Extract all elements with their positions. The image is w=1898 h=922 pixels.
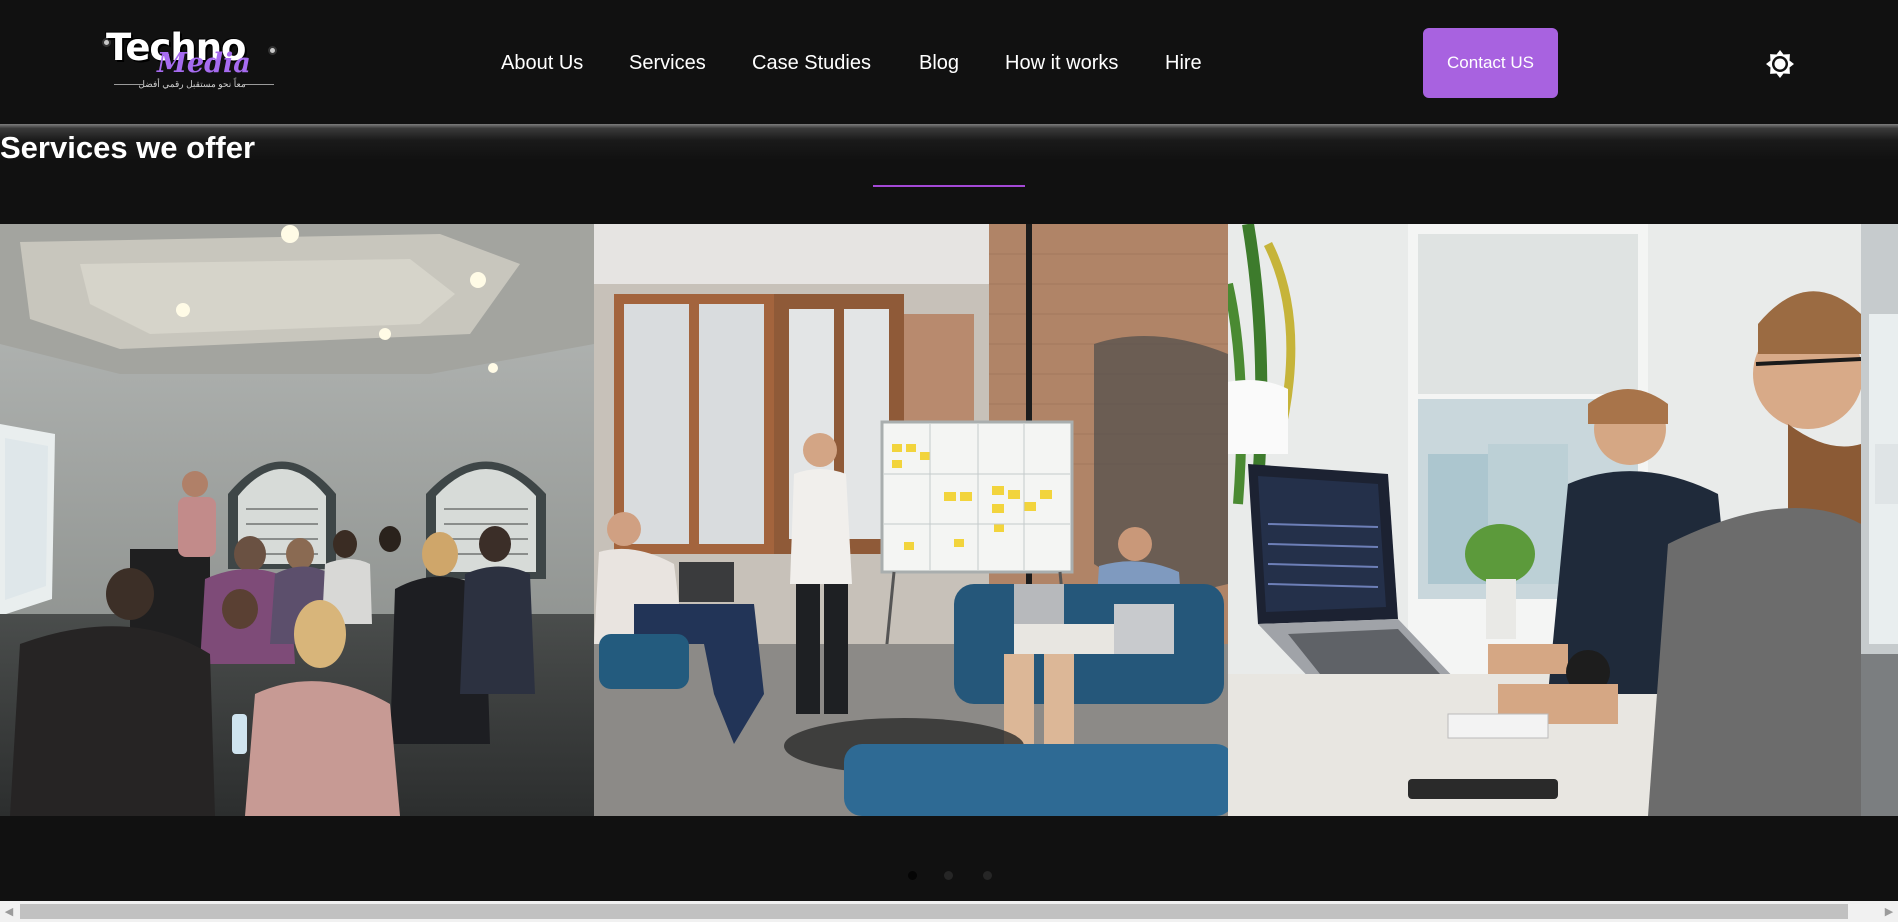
scrollbar-thumb[interactable] xyxy=(20,904,1848,919)
carousel-dot-3[interactable] xyxy=(983,871,992,880)
carousel-dot-2[interactable] xyxy=(944,871,953,880)
slide-conference-image[interactable] xyxy=(0,224,594,816)
sun-icon[interactable] xyxy=(1764,48,1796,80)
nav-case-studies[interactable]: Case Studies xyxy=(752,50,871,76)
page: Techno Media معاً نحو مستقبل رقمي أفضل A… xyxy=(0,0,1898,922)
slide-partial-next-image[interactable] xyxy=(1861,224,1898,816)
nav-blog[interactable]: Blog xyxy=(919,50,959,76)
carousel-dot-1[interactable] xyxy=(908,871,917,880)
horizontal-scrollbar[interactable]: ◀ ▶ xyxy=(0,901,1898,922)
scroll-left-arrow-icon[interactable]: ◀ xyxy=(0,901,18,922)
services-carousel[interactable] xyxy=(0,224,1898,816)
section-title: Services we offer xyxy=(0,130,256,165)
logo-tagline: معاً نحو مستقبل رقمي أفضل xyxy=(110,78,274,90)
logo-ornament-icon xyxy=(268,46,277,55)
nav-how-it-works[interactable]: How it works xyxy=(1005,50,1118,76)
contact-us-button[interactable]: Contact US xyxy=(1423,28,1558,98)
logo-text-sub: Media xyxy=(157,48,251,79)
nav-services[interactable]: Services xyxy=(629,50,706,76)
nav-hire[interactable]: Hire xyxy=(1165,50,1202,76)
slide-whiteboard-image[interactable] xyxy=(594,224,1228,816)
site-header: Techno Media معاً نحو مستقبل رقمي أفضل A… xyxy=(0,0,1898,126)
slide-developers-image[interactable] xyxy=(1228,224,1861,816)
title-underline xyxy=(873,185,1025,187)
nav-about-us[interactable]: About Us xyxy=(501,50,583,76)
techno-media-logo[interactable]: Techno Media معاً نحو مستقبل رقمي أفضل xyxy=(102,26,278,92)
header-divider xyxy=(0,124,1898,160)
scroll-right-arrow-icon[interactable]: ▶ xyxy=(1880,901,1898,922)
